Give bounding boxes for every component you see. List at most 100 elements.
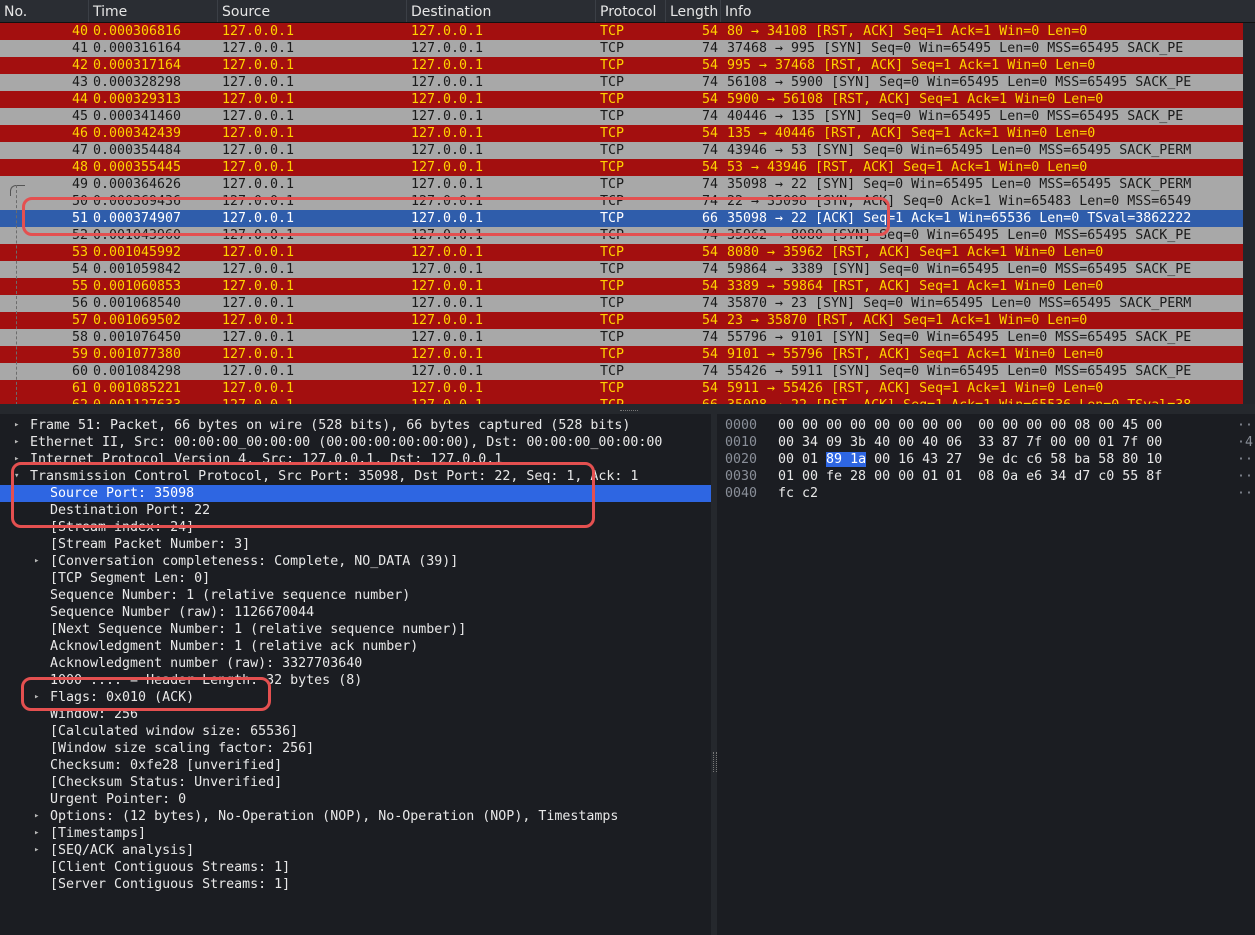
packet-cell-src: 127.0.0.1	[222, 313, 295, 328]
tree-item[interactable]: [Next Sequence Number: 1 (relative seque…	[0, 621, 711, 638]
packet-row[interactable]: 42 0.000317164 127.0.0.1 127.0.0.1 TCP 54 995 …	[0, 57, 1243, 74]
packet-cell-no: 46	[71, 126, 88, 141]
packet-cell-proto: TCP	[600, 211, 625, 226]
tree-item[interactable]: ▸ [Timestamps]	[0, 825, 711, 842]
packet-bytes-pane[interactable]: 0000 00 00 00 00 00 00 00 00 00 00 00 00 …	[717, 414, 1255, 935]
tree-item[interactable]: [Checksum Status: Unverified]	[0, 774, 711, 791]
tree-item[interactable]: ▸ Internet Protocol Version 4, Src: 127.0…	[0, 451, 711, 468]
packet-row-selected[interactable]: 51 0.000374907 127.0.0.1 127.0.0.1 TCP 66 3509…	[0, 210, 1243, 227]
collapsed-arrow-icon[interactable]: ▸	[34, 689, 44, 706]
tree-item[interactable]: ▸ Options: (12 bytes), No-Operation (NOP)…	[0, 808, 711, 825]
tree-item-label: Checksum: 0xfe28 [unverified]	[50, 758, 283, 773]
packet-cell-info: 23 → 35870 [RST, ACK] Seq=1 Ack=1 Win=0 …	[727, 313, 1088, 328]
tree-item[interactable]: 1000 .... = Header Length: 32 bytes (8)	[0, 672, 711, 689]
tree-item[interactable]: [Stream index: 24]	[0, 519, 711, 536]
packet-row[interactable]: 56 0.001068540 127.0.0.1 127.0.0.1 TCP 74 3587…	[0, 295, 1243, 312]
column-header-source[interactable]: Source	[218, 0, 407, 22]
tree-item[interactable]: [Calculated window size: 65536]	[0, 723, 711, 740]
hex-bytes: 01 00 fe 28 00 00 01 01 08 0a e6 34 d7 c…	[778, 468, 1162, 485]
hex-row[interactable]: 0030 01 00 fe 28 00 00 01 01 08 0a e6 34 …	[717, 468, 1255, 485]
column-header-time[interactable]: Time	[89, 0, 218, 22]
packet-row[interactable]: 49 0.000364626 127.0.0.1 127.0.0.1 TCP 74 3509…	[0, 176, 1243, 193]
packet-row[interactable]: 43 0.000328298 127.0.0.1 127.0.0.1 TCP 74 5610…	[0, 74, 1243, 91]
collapsed-arrow-icon[interactable]: ▸	[34, 842, 44, 859]
tree-item[interactable]: [Server Contiguous Streams: 1]	[0, 876, 711, 893]
collapsed-arrow-icon[interactable]: ▸	[14, 451, 24, 468]
collapsed-arrow-icon[interactable]: ▸	[14, 434, 24, 451]
packet-row[interactable]: 57 0.001069502 127.0.0.1 127.0.0.1 TCP 54 23 →…	[0, 312, 1243, 329]
packet-cell-len: 54	[701, 58, 718, 73]
tree-item[interactable]: ▸ [SEQ/ACK analysis]	[0, 842, 711, 859]
collapsed-arrow-icon[interactable]: ▸	[34, 825, 44, 842]
packet-cell-len: 54	[701, 24, 718, 39]
tree-item[interactable]: Sequence Number (raw): 1126670044	[0, 604, 711, 621]
tree-item[interactable]: ▸ [Conversation completeness: Complete, N…	[0, 553, 711, 570]
packet-cell-no: 41	[71, 41, 88, 56]
packet-row[interactable]: 44 0.000329313 127.0.0.1 127.0.0.1 TCP 54 5900…	[0, 91, 1243, 108]
tree-item[interactable]: Urgent Pointer: 0	[0, 791, 711, 808]
tree-item[interactable]: ▸ Flags: 0x010 (ACK)	[0, 689, 711, 706]
tree-item-selected[interactable]: Source Port: 35098	[0, 485, 711, 502]
tree-item[interactable]: ▾ Transmission Control Protocol, Src Port…	[0, 468, 711, 485]
packet-row[interactable]: 50 0.000369436 127.0.0.1 127.0.0.1 TCP 74 22 →…	[0, 193, 1243, 210]
hex-row[interactable]: 0020 00 01 89 1a 00 16 43 27 9e dc c6 58 …	[717, 451, 1255, 468]
expanded-arrow-icon[interactable]: ▾	[14, 468, 24, 485]
hex-bytes: 00 00 00 00 00 00 00 00 00 00 00 00 08 0…	[778, 417, 1162, 434]
tree-item[interactable]: [Window size scaling factor: 256]	[0, 740, 711, 757]
ascii-bytes: ··	[1237, 452, 1254, 467]
collapsed-arrow-icon[interactable]: ▸	[34, 808, 44, 825]
packet-cell-proto: TCP	[600, 279, 625, 294]
packet-cell-info: 35098 → 22 [SYN] Seq=0 Win=65495 Len=0 M…	[727, 177, 1192, 192]
packet-row[interactable]: 60 0.001084298 127.0.0.1 127.0.0.1 TCP 74 5542…	[0, 363, 1243, 380]
tree-item[interactable]: Destination Port: 22	[0, 502, 711, 519]
hex-bytes-text: 00 16 43 27 9e dc c6 58 ba 58 80 10	[866, 452, 1163, 467]
packet-row[interactable]: 41 0.000316164 127.0.0.1 127.0.0.1 TCP 74 3746…	[0, 40, 1243, 57]
packet-row[interactable]: 47 0.000354484 127.0.0.1 127.0.0.1 TCP 74 4394…	[0, 142, 1243, 159]
collapsed-arrow-icon[interactable]: ▸	[14, 417, 24, 434]
packet-cell-info: 995 → 37468 [RST, ACK] Seq=1 Ack=1 Win=0…	[727, 58, 1096, 73]
hex-row[interactable]: 0010 00 34 09 3b 40 00 40 06 33 87 7f 00 …	[717, 434, 1255, 451]
ascii-bytes: ··	[1237, 469, 1254, 484]
packet-row[interactable]: 54 0.001059842 127.0.0.1 127.0.0.1 TCP 74 5986…	[0, 261, 1243, 278]
tree-item[interactable]: Acknowledgment Number: 1 (relative ack n…	[0, 638, 711, 655]
packet-details-tree[interactable]: ▸ Frame 51: Packet, 66 bytes on wire (528…	[0, 414, 711, 935]
packet-row[interactable]: 55 0.001060853 127.0.0.1 127.0.0.1 TCP 54 3389…	[0, 278, 1243, 295]
packet-row[interactable]: 58 0.001076450 127.0.0.1 127.0.0.1 TCP 74 5579…	[0, 329, 1243, 346]
tree-item[interactable]: Window: 256	[0, 706, 711, 723]
packet-list-scrollbar[interactable]	[1243, 23, 1255, 404]
packet-list[interactable]: 40 0.000306816 127.0.0.1 127.0.0.1 TCP 54 80 →…	[0, 23, 1255, 404]
column-header-info[interactable]: Info	[721, 0, 1255, 22]
packet-row[interactable]: 53 0.001045992 127.0.0.1 127.0.0.1 TCP 54 8080…	[0, 244, 1243, 261]
column-header-length[interactable]: Length	[666, 0, 721, 22]
packet-row[interactable]: 40 0.000306816 127.0.0.1 127.0.0.1 TCP 54 80 →…	[0, 23, 1243, 40]
tree-item[interactable]: Sequence Number: 1 (relative sequence nu…	[0, 587, 711, 604]
packet-row[interactable]: 48 0.000355445 127.0.0.1 127.0.0.1 TCP 54 53 →…	[0, 159, 1243, 176]
packet-cell-len: 74	[701, 364, 718, 379]
packet-row[interactable]: 61 0.001085221 127.0.0.1 127.0.0.1 TCP 54 5911…	[0, 380, 1243, 397]
packet-row[interactable]: 59 0.001077380 127.0.0.1 127.0.0.1 TCP 54 9101…	[0, 346, 1243, 363]
packet-row[interactable]: 45 0.000341460 127.0.0.1 127.0.0.1 TCP 74 4044…	[0, 108, 1243, 125]
packet-cell-src: 127.0.0.1	[222, 211, 295, 226]
packet-cell-proto: TCP	[600, 381, 625, 396]
column-header-no[interactable]: No.	[0, 0, 89, 22]
packet-row[interactable]: 62 0.001127633 127.0.0.1 127.0.0.1 TCP66 3509…	[0, 397, 1243, 404]
collapsed-arrow-icon[interactable]: ▸	[34, 553, 44, 570]
column-header-destination[interactable]: Destination	[407, 0, 596, 22]
tree-item[interactable]: ▸ Frame 51: Packet, 66 bytes on wire (528…	[0, 417, 711, 434]
packet-cell-proto: TCP	[600, 330, 625, 345]
packet-row[interactable]: 46 0.000342439 127.0.0.1 127.0.0.1 TCP 54 135 …	[0, 125, 1243, 142]
column-header-protocol[interactable]: Protocol	[596, 0, 666, 22]
tree-item[interactable]: [TCP Segment Len: 0]	[0, 570, 711, 587]
tree-item[interactable]: Checksum: 0xfe28 [unverified]	[0, 757, 711, 774]
packet-cell-src: 127.0.0.1	[222, 262, 295, 277]
tree-item[interactable]: Acknowledgment number (raw): 3327703640	[0, 655, 711, 672]
packet-row[interactable]: 52 0.001043960 127.0.0.1 127.0.0.1 TCP 74 3596…	[0, 227, 1243, 244]
packet-cell-src: 127.0.0.1	[222, 330, 295, 345]
packet-cell-src: 127.0.0.1	[222, 109, 295, 124]
hex-row[interactable]: 0000 00 00 00 00 00 00 00 00 00 00 00 00 …	[717, 417, 1255, 434]
packet-cell-dst: 127.0.0.1	[411, 313, 484, 328]
tree-item[interactable]: ▸ Ethernet II, Src: 00:00:00_00:00:00 (00…	[0, 434, 711, 451]
tree-item[interactable]: [Client Contiguous Streams: 1]	[0, 859, 711, 876]
tree-item[interactable]: [Stream Packet Number: 3]	[0, 536, 711, 553]
hex-row[interactable]: 0040 fc c2 ··	[717, 485, 1255, 502]
